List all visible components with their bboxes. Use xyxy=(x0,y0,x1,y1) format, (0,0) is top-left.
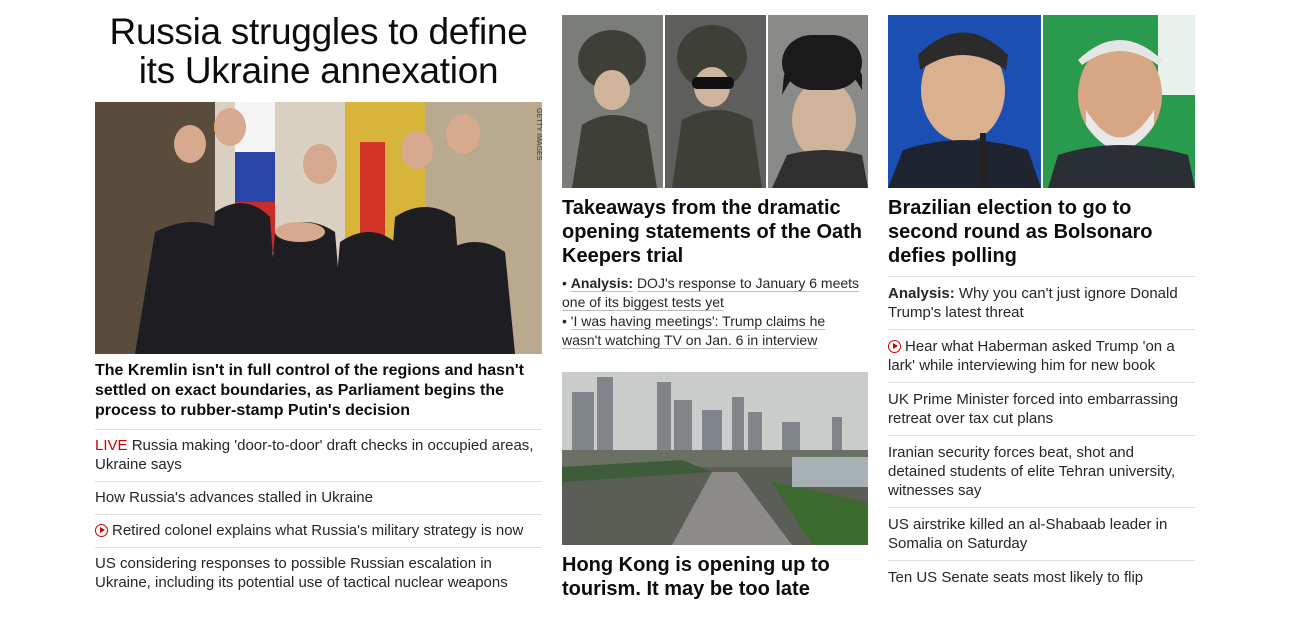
list-item-text: Hear what Haberman asked Trump 'on a lar… xyxy=(888,338,1175,374)
lead-image[interactable]: GETTY IMAGES xyxy=(95,102,542,354)
bolsonaro-lula-photo xyxy=(888,15,1195,188)
hong-kong-headline[interactable]: Hong Kong is opening up to tourism. It m… xyxy=(562,553,868,601)
lead-related-list: LIVE Russia making 'door-to-door' draft … xyxy=(95,429,542,599)
list-item[interactable]: Hear what Haberman asked Trump 'on a lar… xyxy=(888,330,1195,383)
oath-keepers-image[interactable] xyxy=(562,15,868,188)
list-item-text: Russia making 'door-to-door' draft check… xyxy=(95,437,534,473)
list-item[interactable]: UK Prime Minister forced into embarrassi… xyxy=(888,383,1195,436)
oath-keepers-headline[interactable]: Takeaways from the dramatic opening stat… xyxy=(562,196,868,268)
list-item-text: US airstrike killed an al-Shabaab leader… xyxy=(888,516,1168,552)
list-item[interactable]: US considering responses to possible Rus… xyxy=(95,548,542,599)
live-label: LIVE xyxy=(95,437,128,454)
list-item[interactable]: LIVE Russia making 'door-to-door' draft … xyxy=(95,430,542,482)
list-item-text: Ten US Senate seats most likely to flip xyxy=(888,569,1144,586)
brazil-election-image[interactable] xyxy=(888,15,1195,188)
kremlin-ceremony-photo: GETTY IMAGES xyxy=(95,102,542,354)
lead-subheadline[interactable]: The Kremlin isn't in full control of the… xyxy=(95,361,542,421)
list-item-text: Iranian security forces beat, shot and d… xyxy=(888,444,1176,499)
play-icon xyxy=(888,340,901,353)
hong-kong-skyline-photo xyxy=(562,372,868,545)
bullet-text: 'I was having meetings': Trump claims he… xyxy=(562,313,826,348)
hong-kong-image[interactable] xyxy=(562,372,868,545)
lead-headline[interactable]: Russia struggles to define its Ukraine a… xyxy=(95,12,542,90)
analysis-label: Analysis: xyxy=(570,275,634,291)
list-item[interactable]: How Russia's advances stalled in Ukraine xyxy=(95,482,542,515)
oath-keepers-related: • Analysis: DOJ's response to January 6 … xyxy=(562,274,868,350)
list-item-text: Retired colonel explains what Russia's m… xyxy=(112,522,524,539)
list-item-text: US considering responses to possible Rus… xyxy=(95,555,508,591)
list-item[interactable]: Retired colonel explains what Russia's m… xyxy=(95,515,542,548)
list-item-text: How Russia's advances stalled in Ukraine xyxy=(95,489,373,506)
analysis-label: Analysis: xyxy=(888,285,955,302)
lead-story: Russia struggles to define its Ukraine a… xyxy=(95,12,542,599)
related-bullet[interactable]: • Analysis: DOJ's response to January 6 … xyxy=(562,274,868,312)
related-bullet[interactable]: • 'I was having meetings': Trump claims … xyxy=(562,312,868,350)
right-column: Brazilian election to go to second round… xyxy=(888,15,1195,594)
middle-column: Takeaways from the dramatic opening stat… xyxy=(562,15,868,607)
brazil-election-headline[interactable]: Brazilian election to go to second round… xyxy=(888,196,1195,268)
list-item[interactable]: US airstrike killed an al-Shabaab leader… xyxy=(888,508,1195,561)
list-item-text: UK Prime Minister forced into embarrassi… xyxy=(888,391,1179,427)
soldiers-photo xyxy=(562,15,868,188)
list-item[interactable]: Ten US Senate seats most likely to flip xyxy=(888,561,1195,594)
list-item[interactable]: Iranian security forces beat, shot and d… xyxy=(888,436,1195,508)
list-item[interactable]: Analysis: Why you can't just ignore Dona… xyxy=(888,277,1195,330)
image-credit: GETTY IMAGES xyxy=(535,108,542,161)
play-icon xyxy=(95,524,108,537)
right-related-list: Analysis: Why you can't just ignore Dona… xyxy=(888,276,1195,594)
